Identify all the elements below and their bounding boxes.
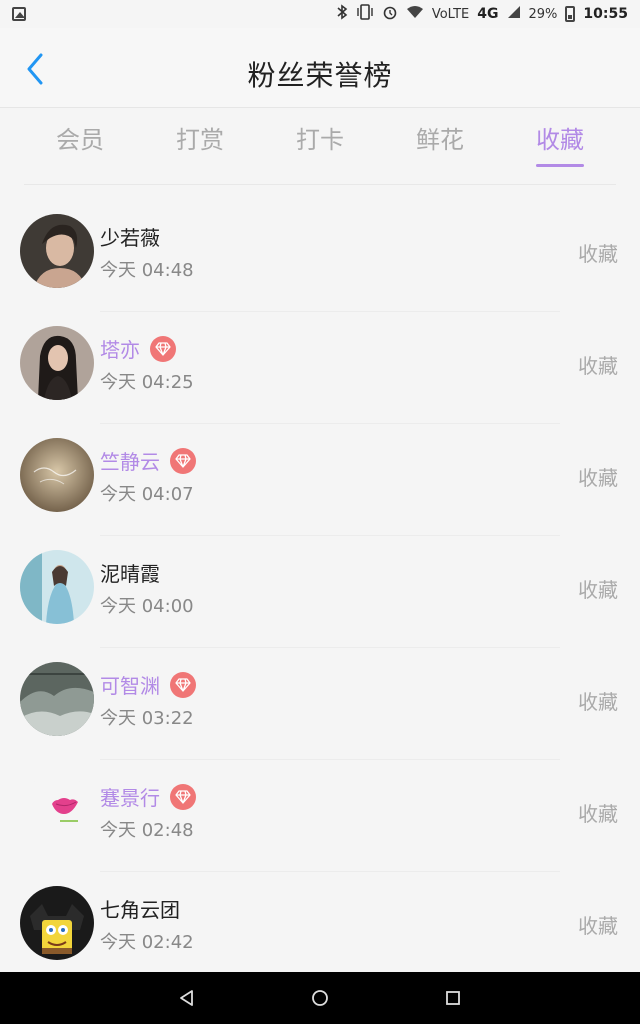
favorite-action[interactable]: 收藏	[578, 350, 618, 379]
avatar	[20, 662, 94, 736]
status-left	[12, 7, 26, 21]
battery-icon	[565, 6, 576, 22]
bluetooth-icon	[336, 4, 348, 24]
header: 粉丝荣誉榜	[0, 28, 640, 108]
battery-percent: 29%	[528, 6, 558, 22]
tab-checkin[interactable]: 打卡	[270, 120, 370, 155]
fan-list: 少若薇 今天 04:48 收藏 塔亦 今天 04:25 收藏 竺静云 今天 04…	[0, 200, 640, 972]
name-line: 竺静云	[100, 446, 196, 475]
tab-label: 收藏	[536, 126, 584, 154]
landscape-avatar-icon	[20, 438, 94, 512]
tab-flowers[interactable]: 鲜花	[390, 120, 490, 155]
name-line: 塔亦	[100, 334, 176, 363]
favorite-action[interactable]: 收藏	[578, 686, 618, 715]
system-nav-bar	[0, 972, 640, 1024]
timestamp: 今天 04:07	[100, 484, 194, 505]
avatar	[20, 774, 94, 848]
favorite-action[interactable]: 收藏	[578, 798, 618, 827]
signal-icon	[507, 5, 521, 23]
name-line: 泥晴霞	[100, 558, 160, 587]
tab-label: 打赏	[176, 126, 224, 154]
status-bar: VoLTE 4G 29% 10:55	[0, 0, 640, 28]
landscape-avatar-icon	[20, 662, 94, 736]
name-line: 少若薇	[100, 222, 160, 251]
vip-diamond-icon	[170, 447, 196, 474]
landscape-avatar-icon	[20, 550, 94, 624]
favorite-action[interactable]: 收藏	[578, 238, 618, 267]
tab-label: 会员	[56, 126, 104, 154]
user-name: 少若薇	[100, 226, 160, 250]
timestamp: 今天 02:48	[100, 820, 194, 841]
vibrate-icon	[356, 4, 374, 24]
status-time: 10:55	[583, 6, 628, 22]
circle-home-icon	[312, 990, 328, 1006]
portrait-avatar-icon	[20, 326, 94, 400]
nav-back-button[interactable]	[167, 978, 207, 1018]
list-item[interactable]: 竺静云 今天 04:07 收藏	[0, 424, 640, 536]
list-item[interactable]: 塔亦 今天 04:25 收藏	[0, 312, 640, 424]
portrait-avatar-icon	[20, 214, 94, 288]
avatar	[20, 886, 94, 960]
name-line: 七角云团	[100, 894, 180, 923]
avatar	[20, 550, 94, 624]
user-name: 可智渊	[100, 674, 160, 698]
timestamp: 今天 04:00	[100, 596, 194, 617]
nav-recents-button[interactable]	[433, 978, 473, 1018]
favorite-action[interactable]: 收藏	[578, 574, 618, 603]
avatar	[20, 214, 94, 288]
tab-favorites[interactable]: 收藏	[510, 120, 610, 167]
name-line: 可智渊	[100, 670, 196, 699]
page-title: 粉丝荣誉榜	[247, 59, 393, 92]
timestamp: 今天 02:42	[100, 932, 194, 953]
status-right: VoLTE 4G 29% 10:55	[336, 4, 628, 24]
tab-divider	[24, 184, 616, 185]
cartoon-avatar-icon	[20, 886, 94, 960]
vip-diamond-icon	[170, 671, 196, 698]
list-item[interactable]: 七角云团 今天 02:42 收藏	[0, 872, 640, 984]
network-type: 4G	[477, 6, 499, 22]
list-item[interactable]: 少若薇 今天 04:48 收藏	[0, 200, 640, 312]
user-name: 七角云团	[100, 898, 180, 922]
network-label: VoLTE	[431, 6, 470, 22]
list-item[interactable]: 泥晴霞 今天 04:00 收藏	[0, 536, 640, 648]
active-tab-indicator	[536, 164, 584, 167]
user-name: 蹇景行	[100, 786, 160, 810]
list-item[interactable]: 可智渊 今天 03:22 收藏	[0, 648, 640, 760]
tab-rewards[interactable]: 打赏	[150, 120, 250, 155]
list-item[interactable]: 蹇景行 今天 02:48 收藏	[0, 760, 640, 872]
favorite-action[interactable]: 收藏	[578, 910, 618, 939]
timestamp: 今天 04:48	[100, 260, 194, 281]
vip-diamond-icon	[170, 783, 196, 810]
user-name: 泥晴霞	[100, 562, 160, 586]
favorite-action[interactable]: 收藏	[578, 462, 618, 491]
triangle-back-icon	[179, 990, 193, 1006]
avatar	[20, 438, 94, 512]
tab-label: 鲜花	[416, 126, 464, 154]
timestamp: 今天 04:25	[100, 372, 194, 393]
avatar	[20, 326, 94, 400]
name-line: 蹇景行	[100, 782, 196, 811]
user-name: 竺静云	[100, 450, 160, 474]
tab-label: 打卡	[296, 126, 344, 154]
tab-bar: 会员 打赏 打卡 鲜花 收藏	[0, 108, 640, 188]
vip-diamond-icon	[150, 335, 176, 362]
gallery-notification-icon	[12, 7, 26, 21]
alarm-icon	[382, 4, 398, 24]
timestamp: 今天 03:22	[100, 708, 194, 729]
nav-home-button[interactable]	[300, 978, 340, 1018]
user-name: 塔亦	[100, 338, 140, 362]
tab-members[interactable]: 会员	[30, 120, 130, 155]
lips-avatar-icon	[20, 774, 94, 848]
square-recents-icon	[446, 991, 461, 1005]
wifi-icon	[406, 5, 424, 23]
